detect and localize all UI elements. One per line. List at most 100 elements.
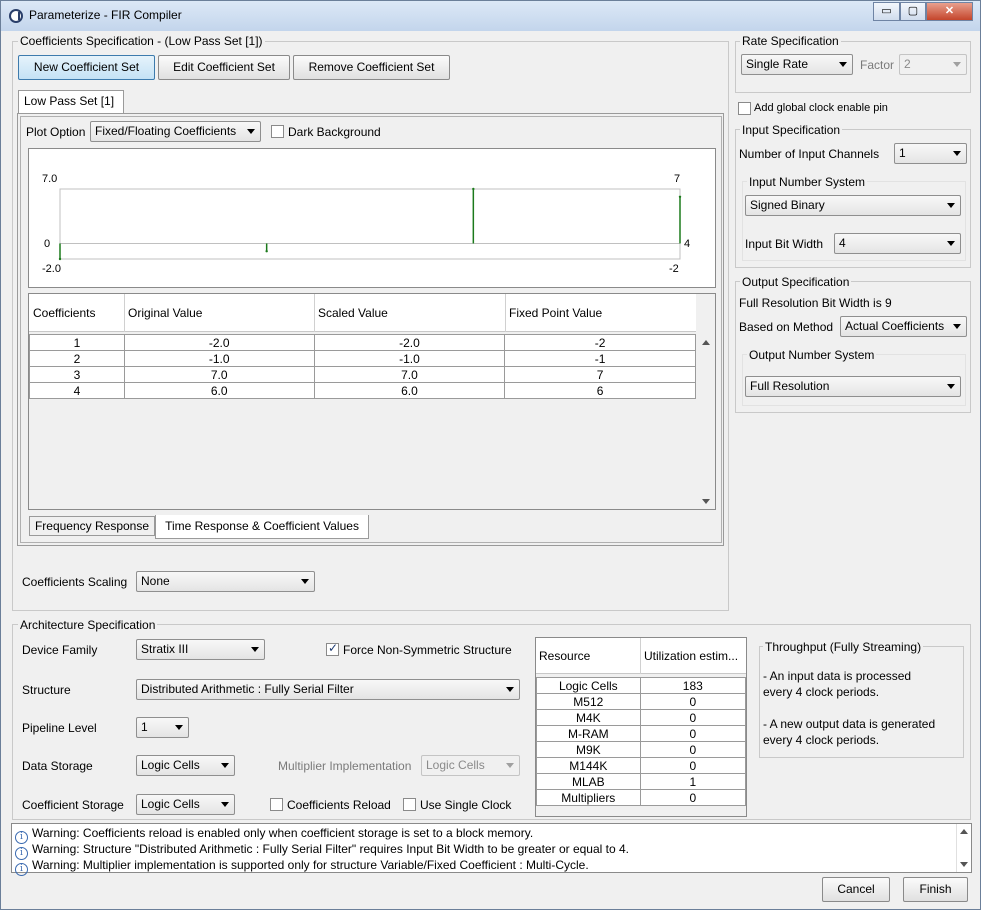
header-resource: Resource [539,649,591,663]
header-fixed-point-value: Fixed Point Value [509,306,603,320]
pipeline-level-select[interactable]: 1 [136,717,189,738]
chevron-down-icon [251,647,259,652]
table-cell: 6.0 [123,382,315,399]
input-channels-select[interactable]: 1 [894,143,967,164]
rate-spec-label: Rate Specification [740,34,841,48]
table-scrollbar[interactable] [698,334,714,508]
input-number-system-select[interactable]: Signed Binary [745,195,961,216]
coefficients-scaling-value: None [141,574,170,588]
resource-cell: MLAB [536,773,641,790]
throughput-line-4: every 4 clock periods. [763,733,880,747]
chevron-down-icon [221,763,229,768]
multiplier-implementation-select[interactable]: Logic Cells [421,755,520,776]
plot-left-bottom-tick: -2.0 [42,263,61,275]
header-utilization: Utilization estim... [644,649,739,663]
factor-label: Factor [860,58,895,72]
coefficients-scaling-label: Coefficients Scaling [22,575,128,589]
table-cell: -2.0 [313,334,506,351]
table-row[interactable]: 4 6.0 6.0 6 [29,382,696,399]
plot-svg [58,187,682,261]
finish-button[interactable]: Finish [903,877,968,902]
table-cell: 7.0 [123,366,315,383]
input-spec-label: Input Specification [740,123,843,137]
based-on-method-value: Actual Coefficients [845,319,945,333]
messages-scrollbar[interactable] [956,824,971,872]
coefficients-table-panel: Coefficients Original Value Scaled Value… [28,293,716,510]
input-bit-width-select[interactable]: 4 [834,233,961,254]
header-scaled-value: Scaled Value [318,306,388,320]
close-button[interactable]: ✕ [926,2,973,21]
app-icon [9,9,23,23]
tab-low-pass-set[interactable]: Low Pass Set [1] [18,90,124,114]
scroll-up-icon[interactable] [960,829,968,834]
output-number-system-select[interactable]: Full Resolution [745,376,961,397]
rate-select[interactable]: Single Rate [741,54,853,75]
chevron-down-icon [839,62,847,67]
resource-cell: M9K [536,741,641,758]
table-cell: 6 [504,382,696,399]
header-coefficients: Coefficients [33,306,96,320]
device-family-select[interactable]: Stratix III [136,639,265,660]
table-cell: -1 [504,350,696,367]
table-cell: 6.0 [313,382,506,399]
cancel-button[interactable]: Cancel [822,877,890,902]
coefficients-scaling-select[interactable]: None [136,571,315,592]
plot-area [59,188,681,260]
resource-row: Multipliers 0 [536,789,747,806]
resource-cell: M512 [536,693,641,710]
table-cell: 1 [29,334,125,351]
throughput-label: Throughput (Fully Streaming) [763,640,924,654]
header-original-value: Original Value [128,306,203,320]
resource-row: M4K 0 [536,709,747,726]
structure-select[interactable]: Distributed Arithmetic : Fully Serial Fi… [136,679,520,700]
device-family-value: Stratix III [141,642,189,656]
global-clock-enable-checkbox[interactable] [738,102,751,115]
tab-time-response[interactable]: Time Response & Coefficient Values [155,515,369,539]
scroll-down-icon[interactable] [702,499,710,504]
remove-coefficient-set-button[interactable]: Remove Coefficient Set [293,55,450,80]
edit-coefficient-set-button[interactable]: Edit Coefficient Set [158,55,290,80]
new-coefficient-set-button[interactable]: New Coefficient Set [18,55,155,80]
resource-cell: Multipliers [536,789,641,806]
coefficient-storage-select[interactable]: Logic Cells [136,794,235,815]
info-icon: i [15,863,28,876]
chevron-down-icon [953,151,961,156]
table-row[interactable]: 3 7.0 7.0 7 [29,366,696,383]
resource-cell: 0 [639,741,747,758]
resource-cell: 0 [639,693,747,710]
table-cell: 7.0 [313,366,506,383]
data-storage-select[interactable]: Logic Cells [136,755,235,776]
input-bit-width-value: 4 [839,236,846,250]
plot-option-select[interactable]: Fixed/Floating Coefficients [90,121,261,142]
chevron-down-icon [953,62,961,67]
table-row[interactable]: 1 -2.0 -2.0 -2 [29,334,696,351]
coefficient-storage-value: Logic Cells [141,797,200,811]
plot-option-value: Fixed/Floating Coefficients [95,124,237,138]
use-single-clock-checkbox[interactable] [403,798,416,811]
plot-left-zero-tick: 0 [44,238,51,250]
dark-background-checkbox[interactable] [271,125,284,138]
resource-cell: Logic Cells [536,677,641,694]
factor-select[interactable]: 2 [899,54,967,75]
message-line: i Warning: Multiplier implementation is s… [15,858,589,876]
message-text: Warning: Structure "Distributed Arithmet… [32,842,629,856]
table-row[interactable]: 2 -1.0 -1.0 -1 [29,350,696,367]
coefficient-point [265,250,268,253]
rate-value: Single Rate [746,57,809,71]
chevron-down-icon [947,384,955,389]
tab-frequency-response[interactable]: Frequency Response [29,516,155,536]
scroll-up-icon[interactable] [702,340,710,345]
header-divider [314,294,315,332]
use-single-clock-label: Use Single Clock [420,798,512,812]
full-resolution-text: Full Resolution Bit Width is 9 [739,296,892,310]
coefficients-reload-checkbox[interactable] [270,798,283,811]
scroll-down-icon[interactable] [960,862,968,867]
minimize-button[interactable]: ▭ [873,2,900,21]
resource-cell: 0 [639,709,747,726]
based-on-method-select[interactable]: Actual Coefficients [840,316,967,337]
force-non-symmetric-checkbox[interactable] [326,641,339,656]
header-divider [640,638,641,674]
coefficient-plot: 7.0 0 -2.0 7 4 -2 [28,148,716,288]
maximize-button[interactable]: ▢ [900,2,926,21]
resource-row: M9K 0 [536,741,747,758]
